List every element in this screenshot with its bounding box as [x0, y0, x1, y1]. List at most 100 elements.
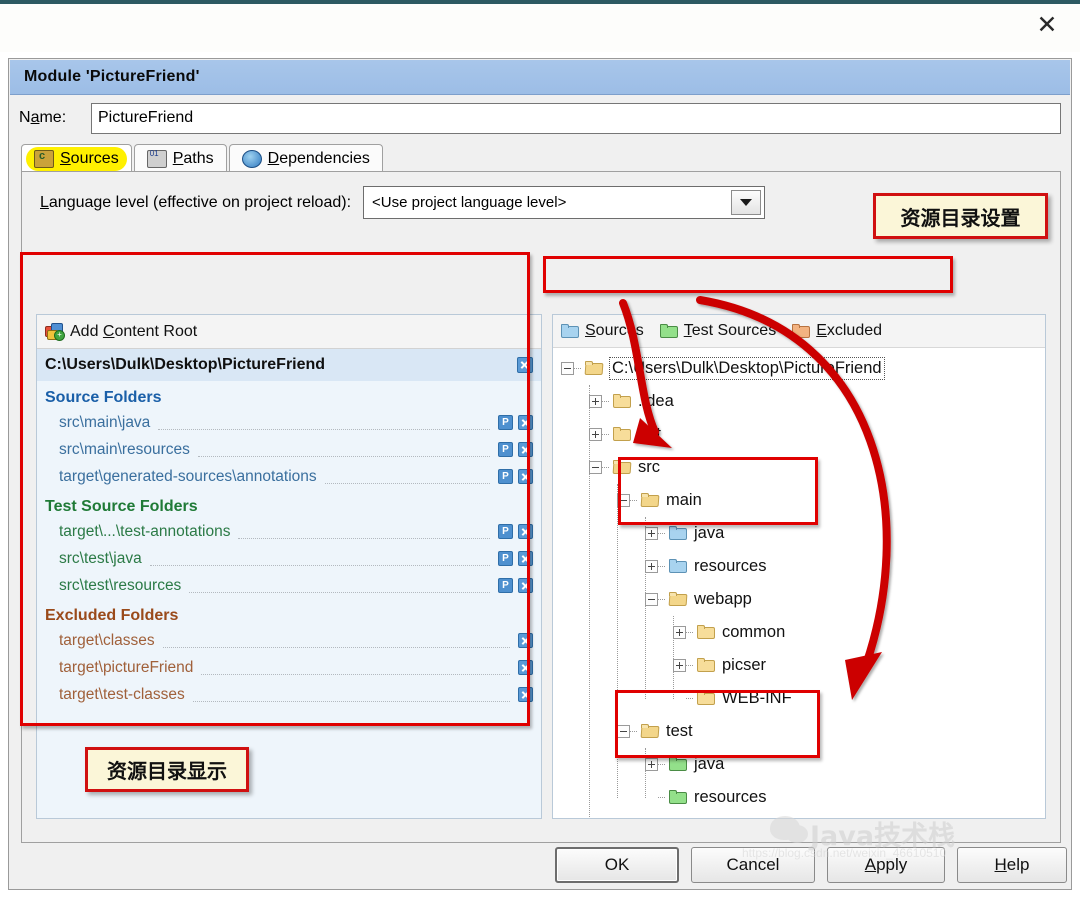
package-prefix-icon[interactable]: P: [498, 442, 513, 457]
remove-folder-icon[interactable]: [518, 551, 533, 566]
folder-row-actions: P: [498, 551, 533, 566]
remove-folder-icon[interactable]: [518, 442, 533, 457]
legend-test-sources[interactable]: Test Sources: [659, 322, 776, 340]
remove-content-root-icon[interactable]: [517, 357, 533, 373]
folder-row[interactable]: target\pictureFriend: [37, 654, 541, 681]
folder-group-title: Test Source Folders: [45, 498, 198, 515]
cancel-button[interactable]: Cancel: [691, 847, 815, 883]
tree-node[interactable]: src: [553, 451, 1045, 484]
folder-group-title: Excluded Folders: [45, 607, 179, 624]
sources-icon: [34, 149, 54, 168]
legend-sources[interactable]: Sources: [561, 322, 644, 340]
folder-row[interactable]: target\test-classes: [37, 681, 541, 708]
tree-node[interactable]: java: [553, 748, 1045, 781]
module-name-input[interactable]: [91, 102, 1061, 134]
tree-node[interactable]: resources: [553, 781, 1045, 814]
folder-row[interactable]: src\main\java P: [37, 409, 541, 436]
expand-icon[interactable]: [645, 527, 658, 540]
tree-node-label: main: [666, 491, 702, 509]
folder-blue-icon: [561, 323, 580, 339]
tab-dependencies-label: Dependencies: [267, 149, 370, 167]
tree-node-label: java: [694, 755, 725, 773]
legend-excluded[interactable]: Excluded: [792, 322, 882, 340]
tree-node[interactable]: out: [553, 418, 1045, 451]
folder-yellow-icon: [613, 427, 632, 442]
folder-row[interactable]: src\main\resources P: [37, 436, 541, 463]
package-prefix-icon[interactable]: P: [498, 415, 513, 430]
package-prefix-icon[interactable]: P: [498, 578, 513, 593]
ok-button[interactable]: OK: [555, 847, 679, 883]
remove-folder-icon[interactable]: [518, 524, 533, 539]
apply-button-label: Apply: [864, 855, 908, 874]
remove-folder-icon[interactable]: [518, 469, 533, 484]
tree-node[interactable]: main: [553, 484, 1045, 517]
expand-icon[interactable]: [645, 560, 658, 573]
remove-folder-icon[interactable]: [518, 660, 533, 675]
collapse-icon[interactable]: [617, 725, 630, 738]
folder-row[interactable]: src\test\java P: [37, 545, 541, 572]
content-root-row[interactable]: C:\Users\Dulk\Desktop\PictureFriend: [37, 349, 541, 381]
chevron-down-icon[interactable]: [731, 190, 762, 215]
folder-group-title: Source Folders: [45, 389, 162, 406]
dotted-leader: [158, 428, 490, 430]
package-prefix-icon[interactable]: P: [498, 524, 513, 539]
folder-row[interactable]: target\...\test-annotations P: [37, 518, 541, 545]
tree-guide-line: [589, 385, 590, 818]
tree-connector: [686, 697, 693, 700]
folder-yellow-icon: [697, 691, 716, 706]
tree-guide-line: [645, 517, 646, 699]
folder-row[interactable]: src\test\resources P: [37, 572, 541, 599]
legend-excluded-label: Excluded: [816, 322, 883, 339]
app-background: [0, 4, 1080, 52]
tree-connector: [686, 664, 693, 667]
tree-node[interactable]: java: [553, 517, 1045, 550]
tab-paths[interactable]: Paths: [133, 144, 227, 172]
dotted-leader: [189, 591, 490, 593]
package-prefix-icon[interactable]: P: [498, 551, 513, 566]
collapse-icon[interactable]: [645, 593, 658, 606]
folder-row-actions: P: [498, 415, 533, 430]
tab-sources[interactable]: Sources: [21, 144, 132, 172]
remove-folder-icon[interactable]: [518, 415, 533, 430]
folder-blue-icon: [669, 526, 688, 541]
tree-node-label: webapp: [694, 590, 752, 608]
add-content-root-button[interactable]: + Add Content Root: [37, 315, 541, 349]
folder-row[interactable]: target\generated-sources\annotations P: [37, 463, 541, 490]
tree-node[interactable]: target: [553, 814, 1045, 818]
tree-connector: [658, 598, 665, 601]
tree-node[interactable]: picser: [553, 649, 1045, 682]
folder-row[interactable]: target\classes: [37, 627, 541, 654]
package-prefix-icon[interactable]: P: [498, 469, 513, 484]
language-level-select[interactable]: <Use project language level>: [363, 186, 766, 219]
tree-node[interactable]: webapp: [553, 583, 1045, 616]
expand-icon[interactable]: [673, 626, 686, 639]
folder-row-actions: P: [498, 469, 533, 484]
collapse-icon[interactable]: [589, 461, 602, 474]
expand-icon[interactable]: [589, 428, 602, 441]
tree-node[interactable]: common: [553, 616, 1045, 649]
dotted-leader: [192, 700, 510, 702]
collapse-icon[interactable]: [617, 494, 630, 507]
remove-folder-icon[interactable]: [518, 687, 533, 702]
tree-node[interactable]: WEB-INF: [553, 682, 1045, 715]
tree-node-label: src: [638, 458, 660, 476]
tree-node-label: common: [722, 623, 786, 641]
remove-folder-icon[interactable]: [518, 633, 533, 648]
tab-dependencies[interactable]: Dependencies: [228, 144, 383, 172]
tree-node[interactable]: C:\Users\Dulk\Desktop\PictureFriend: [553, 352, 1045, 385]
remove-folder-icon[interactable]: [518, 578, 533, 593]
tree-node[interactable]: test: [553, 715, 1045, 748]
expand-icon[interactable]: [589, 395, 602, 408]
collapse-icon[interactable]: [561, 362, 574, 375]
folder-open-icon: [641, 493, 660, 508]
expand-icon[interactable]: [645, 758, 658, 771]
tree-node[interactable]: resources: [553, 550, 1045, 583]
add-content-root-icon: +: [45, 323, 65, 341]
close-icon[interactable]: ✕: [1032, 10, 1062, 40]
folder-row-actions: [518, 633, 533, 648]
tree-node-label: resources: [694, 788, 767, 806]
tree-node[interactable]: .idea: [553, 385, 1045, 418]
apply-button[interactable]: Apply: [827, 847, 945, 883]
expand-icon[interactable]: [673, 659, 686, 672]
help-button[interactable]: Help: [957, 847, 1067, 883]
